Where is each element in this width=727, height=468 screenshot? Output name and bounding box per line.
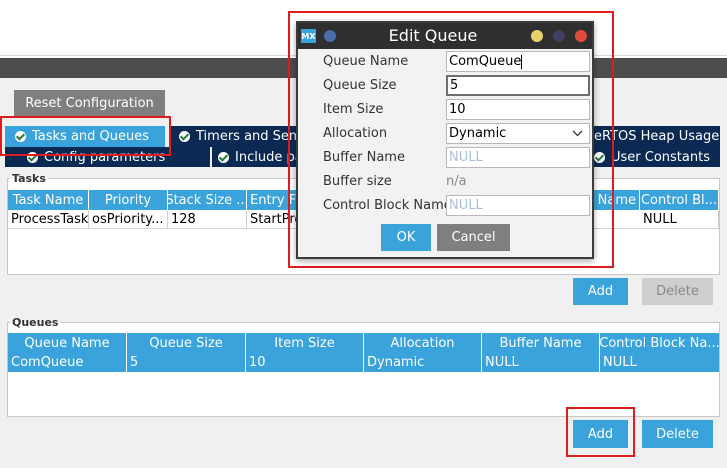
tasks-column-header[interactable]: Priority [89, 190, 168, 210]
highlight-queues-add-button [566, 407, 635, 457]
queues-column-header[interactable]: Queue Name [8, 333, 127, 353]
item-size-value: 10 [449, 102, 466, 117]
tasks-column-header[interactable]: Task Name [8, 190, 89, 210]
item-size-input[interactable]: 10 [446, 99, 590, 120]
control-block-name-label: Control Block Name [323, 198, 452, 213]
check-circle-icon [179, 131, 190, 142]
queues-cell: 5 [127, 353, 246, 372]
buffer-name-placeholder: NULL [449, 150, 483, 165]
queue-size-input[interactable]: 5 [446, 75, 590, 96]
queue-name-input[interactable]: ComQueue [446, 51, 590, 72]
dialog-title-bar[interactable]: MX Edit Queue [298, 23, 592, 49]
text-cursor [521, 54, 523, 69]
queues-delete-label: Delete [656, 426, 699, 442]
queues-delete-button[interactable]: Delete [642, 420, 713, 448]
logo-badge-text: MX [301, 31, 316, 41]
tab-include-parameters[interactable]: Include pa [212, 147, 297, 167]
buffer-size-label: Buffer size [323, 174, 392, 189]
table-row[interactable]: ComQueue 5 10 Dynamic NULL NULL [8, 353, 719, 372]
chevron-down-icon [572, 130, 583, 137]
buffer-size-value: n/a [446, 174, 467, 189]
tab-timers-and-semaphores[interactable]: Timers and Sem [169, 126, 297, 147]
check-circle-icon [218, 151, 229, 163]
queues-column-header[interactable]: Queue Size [127, 333, 246, 353]
queues-column-header[interactable]: Item Size [246, 333, 364, 353]
tasks-delete-button[interactable]: Delete [642, 278, 713, 305]
queues-table-header: Queue Name Queue Size Item Size Allocati… [8, 333, 719, 353]
tasks-add-label: Add [587, 284, 614, 299]
minimize-icon[interactable] [531, 30, 543, 42]
allocation-value: Dynamic [449, 126, 507, 141]
tasks-cell: 128 [168, 210, 247, 229]
tasks-cell: ProcessTask [8, 210, 89, 229]
queue-name-label: Queue Name [323, 54, 409, 69]
queues-column-header[interactable]: Buffer Name [482, 333, 600, 353]
dialog-title: Edit Queue [388, 26, 478, 45]
ok-button[interactable]: OK [381, 224, 431, 251]
tasks-legend: Tasks [12, 172, 46, 185]
stm32cubemx-logo-icon: MX [301, 29, 316, 43]
reset-configuration-button[interactable]: Reset Configuration [14, 90, 165, 117]
queues-column-header[interactable]: Allocation [364, 333, 482, 353]
cancel-label: Cancel [451, 230, 496, 245]
tab-timers-label: Timers and Sem [196, 129, 297, 144]
queue-size-label: Queue Size [323, 78, 397, 93]
edit-queue-dialog: MX Edit Queue Queue Name Queue Size Item… [296, 21, 594, 259]
buffer-name-input[interactable]: NULL [446, 147, 590, 168]
queue-size-value: 5 [450, 78, 459, 93]
highlight-tasks-tab [0, 116, 171, 156]
queues-column-header[interactable]: Control Block Na... [600, 333, 719, 353]
item-size-label: Item Size [323, 102, 384, 117]
close-icon[interactable] [575, 30, 587, 42]
queues-cell: NULL [482, 353, 600, 372]
queues-legend: Queues [12, 316, 59, 329]
cancel-button[interactable]: Cancel [437, 224, 510, 251]
queues-cell: ComQueue [8, 353, 127, 372]
maximize-icon[interactable] [553, 30, 565, 42]
control-block-name-placeholder: NULL [449, 198, 483, 213]
tasks-column-header[interactable]: Stack Size ... [168, 190, 247, 210]
control-block-name-input[interactable]: NULL [446, 195, 590, 216]
queues-cell: 10 [246, 353, 364, 372]
buffer-name-label: Buffer Name [323, 150, 405, 165]
tab-user-constants-label: User Constants [611, 149, 710, 165]
tasks-add-button[interactable]: Add [573, 278, 628, 305]
tasks-cell: NULL [640, 210, 719, 229]
allocation-label: Allocation [323, 126, 388, 141]
tasks-cell: osPriority... [89, 210, 168, 229]
window-menu-icon[interactable] [324, 30, 336, 42]
reset-configuration-label: Reset Configuration [25, 96, 154, 111]
queue-name-value: ComQueue [449, 54, 522, 69]
allocation-select[interactable]: Dynamic [446, 123, 590, 144]
queues-cell: Dynamic [364, 353, 482, 372]
tasks-column-header[interactable]: Control Bl... [640, 190, 719, 210]
queues-cell: NULL [600, 353, 719, 372]
tasks-delete-label: Delete [656, 284, 699, 299]
ok-label: OK [396, 230, 416, 245]
